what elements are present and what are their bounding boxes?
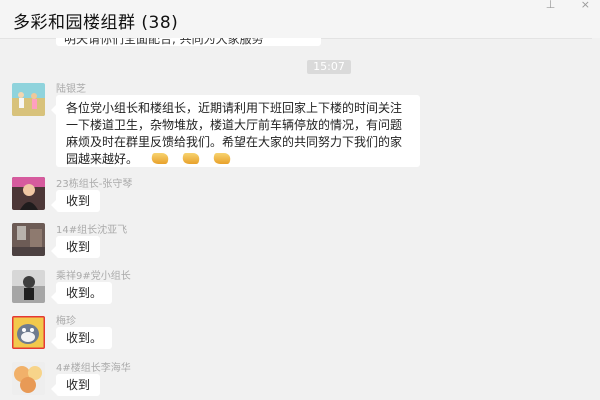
avatar[interactable] (12, 270, 45, 303)
message-text: 收到。 (66, 331, 103, 345)
sender-name: 乘祥9#党小组长 (56, 271, 131, 282)
title-bar: 多彩和园楼组群 (38) ⊥ × (0, 0, 600, 39)
message-timestamp: 15:07 (307, 60, 351, 74)
applause-emoji-row (142, 152, 233, 166)
clap-emoji-icon (148, 153, 171, 164)
cartoon-avatar-image (12, 316, 45, 349)
clap-emoji-icon (179, 153, 202, 164)
message-bubble[interactable]: 收到 (50, 374, 101, 396)
avatar[interactable] (12, 83, 45, 116)
room-avatar-image (12, 223, 45, 256)
food-avatar-image (12, 362, 45, 395)
previous-message-bubble: 明天请你们全面配合, 共同为大家服务 (56, 38, 321, 46)
message-bubble[interactable]: 收到。 (50, 327, 113, 349)
avatar[interactable] (12, 223, 45, 256)
chat-scroll-area[interactable] (592, 38, 600, 400)
message-bubble[interactable]: 收到。 (50, 282, 113, 304)
sender-name: 陆银芝 (56, 84, 86, 95)
message-text: 收到 (66, 240, 91, 254)
sender-name: 4#楼组长李海华 (56, 363, 131, 374)
message-text: 收到。 (66, 286, 103, 300)
chat-window: 多彩和园楼组群 (38) ⊥ × 明天请你们全面配合, 共同为大家服务 15:0… (0, 0, 600, 400)
avatar[interactable] (12, 316, 45, 349)
previous-message-text: 明天请你们全面配合, 共同为大家服务 (64, 38, 264, 46)
beach-avatar-image (12, 83, 45, 116)
group-chat-title: 多彩和园楼组群 (38) (13, 13, 179, 33)
sender-name: 14#组长沈亚飞 (56, 225, 128, 236)
message-bubble[interactable]: 收到 (50, 190, 101, 212)
message-text: 收到 (66, 194, 91, 208)
avatar[interactable] (12, 177, 45, 210)
message-bubble[interactable]: 各位党小组长和楼组长，近期请利用下班回家上下楼的时间关注一下楼道卫生，杂物堆放，… (51, 95, 420, 167)
pin-icon[interactable]: ⊥ (546, 0, 556, 11)
sender-name: 梅珍 (56, 316, 76, 327)
chat-history: 明天请你们全面配合, 共同为大家服务 15:07 陆银芝 各位党小组长和楼组长，… (0, 38, 600, 400)
close-icon[interactable]: × (581, 0, 590, 11)
message-text: 收到 (66, 378, 91, 392)
woman-avatar-image (12, 177, 45, 210)
sender-name: 23栋组长-张守琴 (56, 179, 133, 190)
message-text: 各位党小组长和楼组长，近期请利用下班回家上下楼的时间关注一下楼道卫生，杂物堆放，… (66, 101, 403, 166)
man-avatar-image (12, 270, 45, 303)
clap-emoji-icon (210, 153, 233, 164)
avatar[interactable] (12, 362, 45, 395)
message-bubble[interactable]: 收到 (50, 236, 101, 258)
window-controls: ⊥ × (524, 0, 590, 11)
